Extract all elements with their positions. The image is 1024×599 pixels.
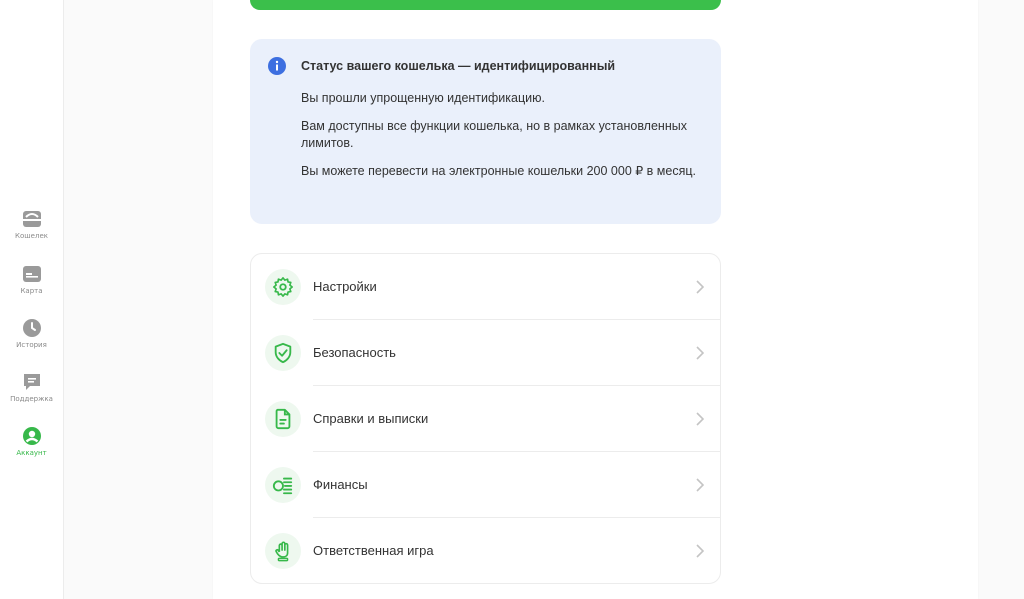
wallet-status-box: Статус вашего кошелька — идентифицирован… bbox=[250, 39, 721, 224]
menu-item-label: Настройки bbox=[313, 279, 377, 294]
chevron-right-icon bbox=[696, 544, 704, 558]
hand-stop-icon bbox=[275, 541, 289, 562]
card-icon bbox=[22, 266, 41, 282]
coins-icon bbox=[272, 477, 293, 495]
user-icon bbox=[22, 427, 41, 445]
wallet-icon bbox=[22, 211, 41, 227]
menu-item-responsible-gaming[interactable]: Ответственная игра bbox=[251, 518, 720, 584]
menu-item-label: Безопасность bbox=[313, 345, 396, 360]
sidebar-item-label: Карта bbox=[20, 287, 43, 295]
status-text: Вы можете перевести на электронные кошел… bbox=[301, 164, 696, 178]
primary-button[interactable] bbox=[250, 0, 721, 10]
sidebar-item-label: Поддержка bbox=[10, 395, 53, 403]
clock-icon bbox=[22, 319, 41, 337]
sidebar-item-label: Кошелек bbox=[15, 232, 48, 240]
sidebar-item-history[interactable]: История bbox=[0, 317, 63, 349]
account-menu: Настройки Безопасность Справки и выписки bbox=[250, 253, 721, 584]
chevron-right-icon bbox=[696, 478, 704, 492]
shield-check-icon bbox=[274, 342, 292, 364]
chevron-right-icon bbox=[696, 346, 704, 360]
chevron-right-icon bbox=[696, 412, 704, 426]
sidebar-item-card[interactable]: Карта bbox=[0, 263, 63, 295]
status-text: Вам доступны все функции кошелька, но в … bbox=[301, 119, 687, 150]
document-icon bbox=[275, 408, 291, 430]
chevron-right-icon bbox=[696, 280, 704, 294]
menu-item-label: Финансы bbox=[313, 477, 368, 492]
chat-icon bbox=[23, 374, 40, 390]
sidebar-item-wallet[interactable]: Кошелек bbox=[0, 208, 63, 240]
menu-item-label: Справки и выписки bbox=[313, 411, 429, 426]
sidebar-item-support[interactable]: Поддержка bbox=[0, 371, 63, 403]
info-icon bbox=[268, 57, 286, 75]
gear-icon bbox=[273, 277, 293, 297]
menu-item-statements[interactable]: Справки и выписки bbox=[251, 386, 720, 452]
sidebar: Кошелек Карта История Поддержка Аккаунт bbox=[0, 0, 64, 599]
status-title: Статус вашего кошелька — идентифицирован… bbox=[301, 59, 616, 73]
menu-item-finance[interactable]: Финансы bbox=[251, 452, 720, 518]
sidebar-item-label: История bbox=[16, 341, 47, 349]
menu-item-security[interactable]: Безопасность bbox=[251, 320, 720, 386]
status-text: Вы прошли упрощенную идентификацию. bbox=[301, 91, 545, 105]
sidebar-item-account[interactable]: Аккаунт bbox=[0, 425, 63, 457]
menu-item-label: Ответственная игра bbox=[313, 543, 434, 558]
sidebar-item-label: Аккаунт bbox=[16, 449, 47, 457]
menu-item-settings[interactable]: Настройки bbox=[251, 254, 720, 320]
